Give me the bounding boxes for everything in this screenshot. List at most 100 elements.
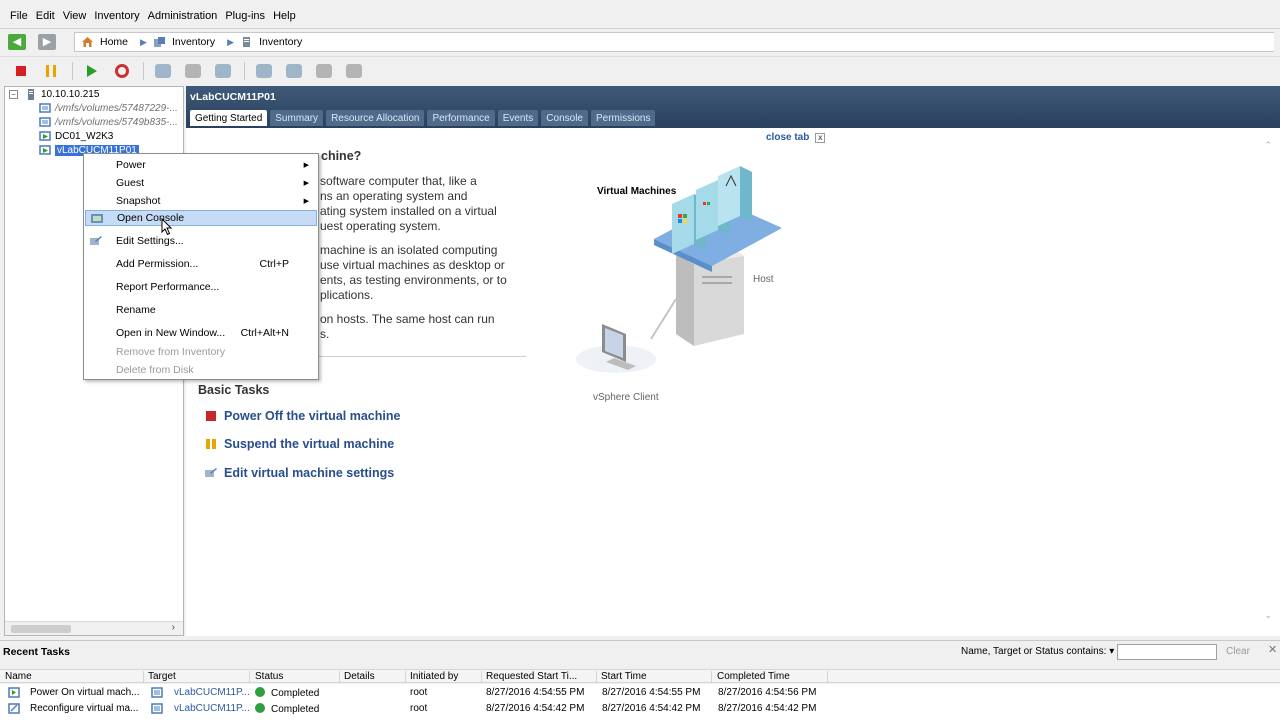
scroll-down-icon[interactable]: ⌄ <box>1264 610 1272 621</box>
shortcut-label: Ctrl+P <box>259 258 289 270</box>
text-line: software computer that, like a <box>320 174 477 188</box>
scroll-right-icon[interactable]: › <box>172 622 175 633</box>
context-menu-label: Remove from Inventory <box>116 346 226 358</box>
back-button[interactable]: ◀ <box>8 33 26 50</box>
collapse-icon[interactable]: − <box>9 90 18 99</box>
migrate-icon <box>286 63 302 78</box>
column-header-status[interactable]: Status <box>252 671 340 683</box>
edit-settings-icon <box>205 468 217 477</box>
permissions-button[interactable] <box>315 63 333 79</box>
context-menu-item-power[interactable]: Power ▶ <box>85 157 317 173</box>
power-off-button[interactable] <box>12 63 30 79</box>
column-header-name[interactable]: Name <box>2 671 144 683</box>
power-off-task-link[interactable]: Power Off the virtual machine <box>204 409 400 423</box>
toolbar <box>0 56 1280 84</box>
task-label: Power Off the virtual machine <box>224 409 401 423</box>
breadcrumb: Home ▶ Inventory ▶ Inventory <box>74 32 1274 52</box>
tab-summary[interactable]: Summary <box>270 110 324 126</box>
menu-inventory[interactable]: Inventory <box>90 10 143 22</box>
intro-paragraph-2: machine is an isolated computing use vir… <box>320 243 507 303</box>
task-status: Completed <box>255 703 319 715</box>
text-line: machine is an isolated computing <box>320 243 498 257</box>
pause-icon <box>46 64 56 77</box>
forward-button[interactable]: ▶ <box>38 33 56 50</box>
context-menu-item-report-performance[interactable]: Report Performance... <box>85 279 317 295</box>
tree-host-label: 10.10.10.215 <box>41 89 100 100</box>
snapshot-manager-button[interactable] <box>214 63 232 79</box>
column-header-initiated-by[interactable]: Initiated by <box>407 671 482 683</box>
host-label: Host <box>753 274 774 285</box>
close-icon[interactable]: x <box>815 132 826 143</box>
breadcrumb-home[interactable]: Home <box>81 36 128 48</box>
context-menu-item-open-new-window[interactable]: Open in New Window... Ctrl+Alt+N <box>85 325 317 341</box>
power-on-button[interactable] <box>83 63 101 79</box>
recent-tasks-panel: Recent Tasks Name, Target or Status cont… <box>0 640 1280 720</box>
column-header-start-time[interactable]: Start Time <box>598 671 712 683</box>
context-menu-item-add-permission[interactable]: Add Permission... Ctrl+P <box>85 256 317 272</box>
task-target-link[interactable]: vLabCUCM11P... <box>174 703 250 714</box>
column-header-details[interactable]: Details <box>341 671 406 683</box>
task-status-label: Completed <box>271 704 320 715</box>
breadcrumb-inventory-2[interactable]: Inventory <box>240 36 302 48</box>
suspend-task-link[interactable]: Suspend the virtual machine <box>204 437 394 451</box>
close-panel-icon[interactable]: ✕ <box>1268 643 1277 656</box>
tab-events[interactable]: Events <box>497 110 539 126</box>
column-header-target[interactable]: Target <box>145 671 250 683</box>
text-line: ents, as testing environments, or to <box>320 273 507 287</box>
reset-button[interactable] <box>113 63 131 79</box>
tab-getting-started[interactable]: Getting Started <box>190 110 268 126</box>
context-menu-label: Open Console <box>117 212 185 224</box>
column-header-requested-start[interactable]: Requested Start Ti... <box>483 671 597 683</box>
suspend-button[interactable] <box>42 63 60 79</box>
text-line: ns an operating system and <box>320 189 468 203</box>
vm-header: vLabCUCM11P01 Getting Started Summary Re… <box>186 86 1280 128</box>
menu-administration[interactable]: Administration <box>144 10 222 22</box>
tree-host-node[interactable]: 10.10.10.215 <box>25 89 99 100</box>
filter-input[interactable] <box>1117 644 1217 660</box>
tab-console[interactable]: Console <box>541 110 588 126</box>
menu-bar: File Edit View Inventory Administration … <box>0 6 1280 26</box>
tree-item-dc01[interactable]: DC01_W2K3 <box>39 131 113 142</box>
revert-icon <box>185 63 201 78</box>
play-icon <box>87 64 97 77</box>
context-menu-item-rename[interactable]: Rename <box>85 302 317 318</box>
menu-help[interactable]: Help <box>269 10 300 22</box>
vm-icon <box>39 117 51 127</box>
menu-plugins[interactable]: Plug-ins <box>221 10 269 22</box>
tab-performance[interactable]: Performance <box>427 110 495 126</box>
tools-button[interactable] <box>345 63 363 79</box>
tree-item-label: /vmfs/volumes/57487229-... <box>55 103 178 114</box>
take-snapshot-button[interactable] <box>154 63 172 79</box>
column-header-completed-time[interactable]: Completed Time <box>714 671 828 683</box>
tree-item-label: DC01_W2K3 <box>55 131 114 142</box>
context-menu-item-guest[interactable]: Guest ▶ <box>85 175 317 191</box>
close-tab-link[interactable]: close tab x <box>766 132 826 143</box>
menu-view[interactable]: View <box>59 10 91 22</box>
console-button[interactable] <box>255 63 273 79</box>
context-menu-item-edit-settings[interactable]: Edit Settings... <box>85 233 317 249</box>
migrate-button[interactable] <box>285 63 303 79</box>
menu-edit[interactable]: Edit <box>32 10 59 22</box>
host-icon <box>28 89 34 100</box>
breadcrumb-inventory-1[interactable]: Inventory <box>153 36 215 48</box>
revert-snapshot-button[interactable] <box>184 63 202 79</box>
task-requested-start: 8/27/2016 4:54:55 PM <box>486 687 585 698</box>
submenu-arrow-icon: ▶ <box>303 162 309 169</box>
menu-file[interactable]: File <box>6 10 32 22</box>
scroll-up-icon[interactable]: ⌃ <box>1264 140 1272 151</box>
tree-horizontal-scrollbar[interactable]: › <box>5 621 183 635</box>
clear-button[interactable]: Clear <box>1226 646 1250 657</box>
task-target-link[interactable]: vLabCUCM11P... <box>174 687 250 698</box>
edit-settings-icon <box>90 236 102 245</box>
scrollbar-thumb[interactable] <box>11 625 71 633</box>
tab-permissions[interactable]: Permissions <box>590 110 656 126</box>
tree-item-vmfs-1[interactable]: /vmfs/volumes/57487229-... <box>39 103 178 114</box>
edit-settings-task-link[interactable]: Edit virtual machine settings <box>204 466 394 480</box>
stop-icon <box>206 411 216 421</box>
context-menu-item-snapshot[interactable]: Snapshot ▶ <box>85 193 317 209</box>
breadcrumb-home-label: Home <box>100 36 129 48</box>
context-menu-item-open-console[interactable]: Open Console <box>85 210 317 226</box>
filter-dropdown[interactable]: Name, Target or Status contains: ▾ <box>961 646 1114 657</box>
tree-item-vmfs-2[interactable]: /vmfs/volumes/5749b835-... <box>39 117 178 128</box>
tab-resource-allocation[interactable]: Resource Allocation <box>326 110 425 126</box>
